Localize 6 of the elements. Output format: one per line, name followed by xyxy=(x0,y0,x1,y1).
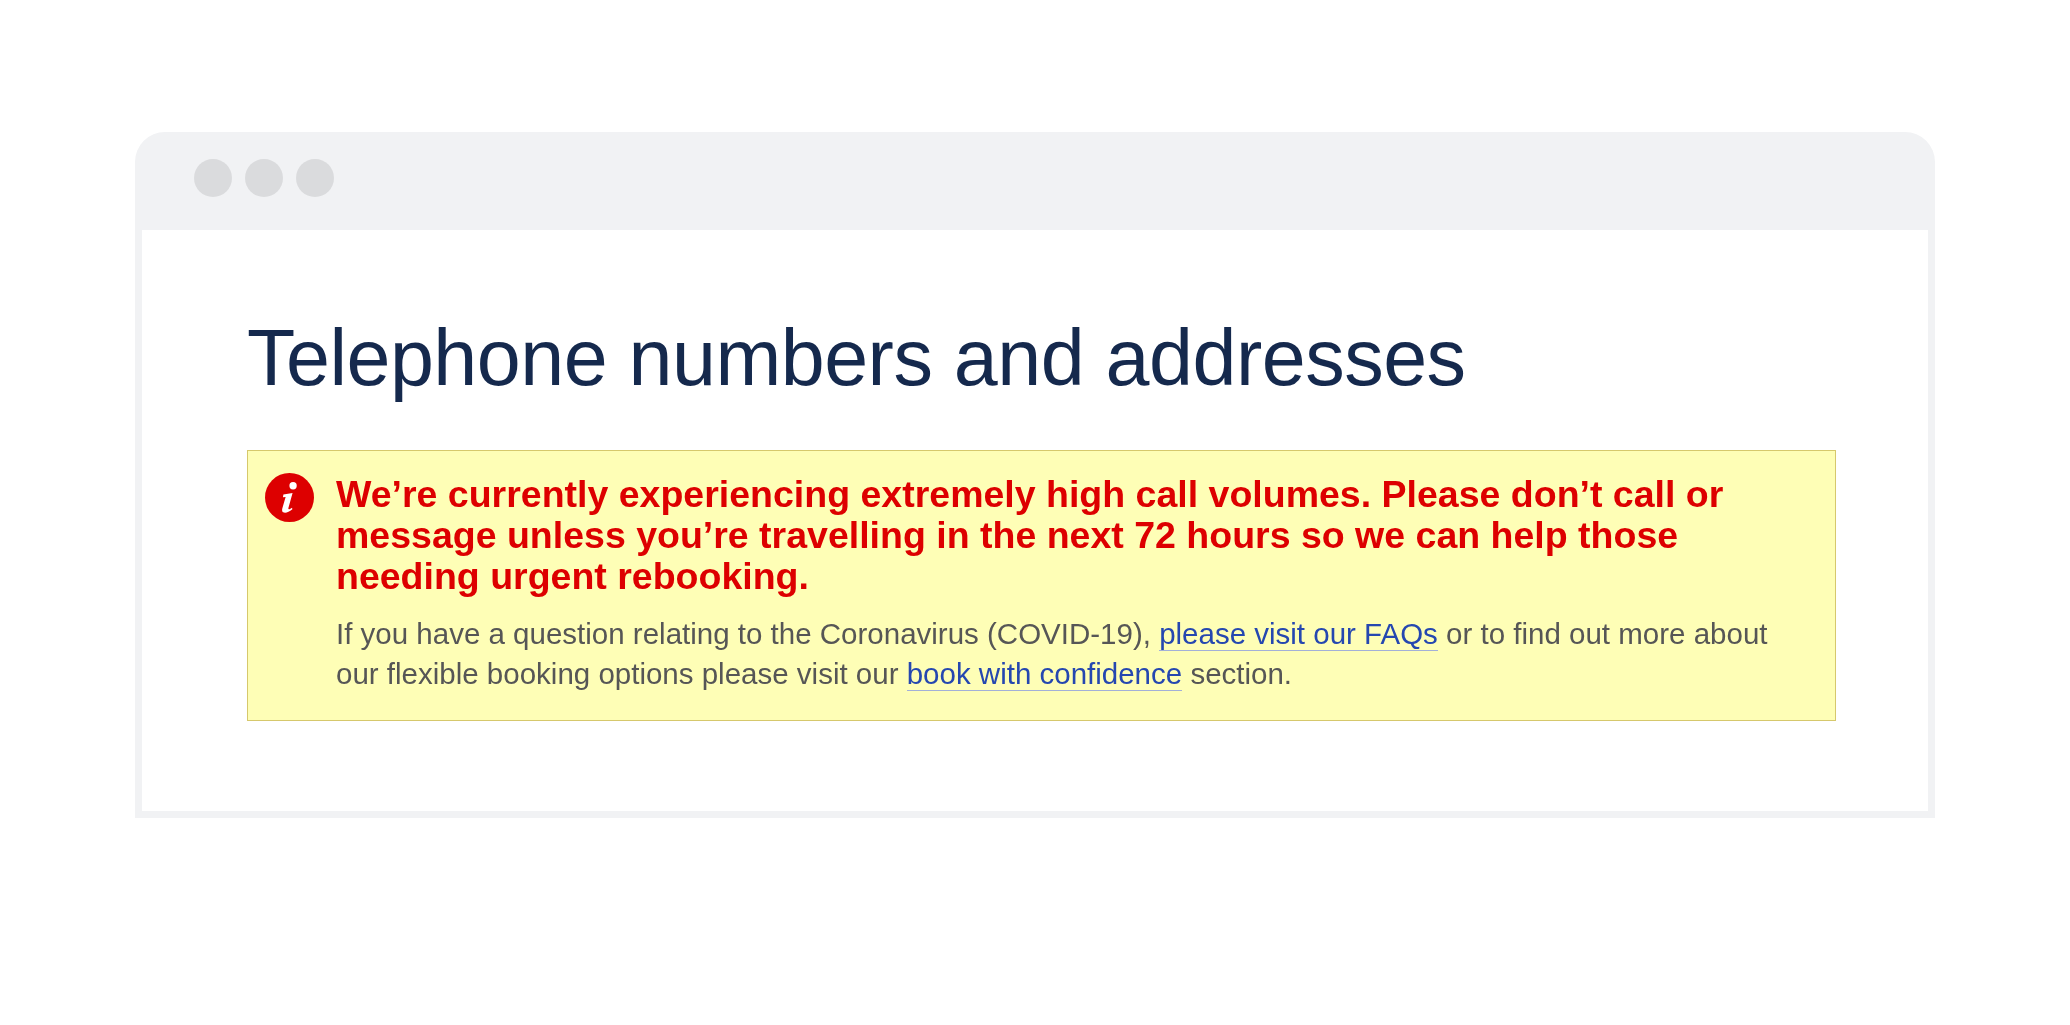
text-link[interactable]: please visit our FAQs xyxy=(1159,617,1438,651)
text-link[interactable]: book with confidence xyxy=(906,657,1183,691)
notice-heading: We’re currently experiencing extremely high call volumes. Please don’t call or message unless you’re travelling in the next 72 hours so we can help those needing urgent rebooking. xyxy=(336,474,1725,597)
notice-body-text: If you have a question relating to the Coronavirus (COVID-19), please visit our FAQs or to find out more about our flexible booking options please visit our book with confidence section. xyxy=(336,616,1769,693)
page-title: Telephone numbers and addresses xyxy=(247,312,1467,404)
info-icon xyxy=(265,473,314,522)
